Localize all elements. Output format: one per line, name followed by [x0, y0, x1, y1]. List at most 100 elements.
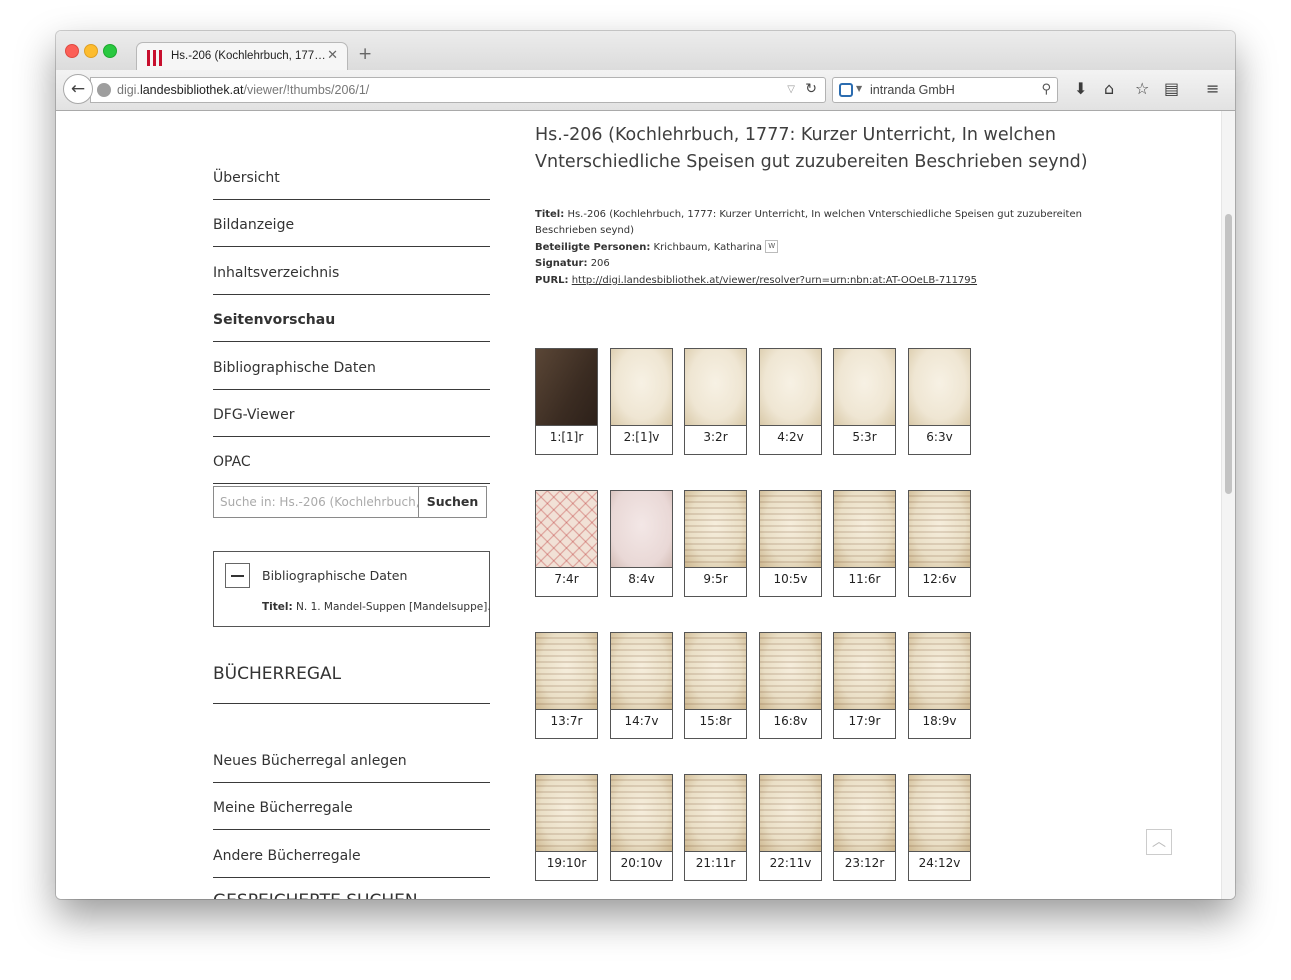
thumbnail-label: 13:7r [550, 714, 583, 728]
thumbnail-label: 9:5r [703, 572, 728, 586]
page-thumbnail[interactable]: 22:11v [759, 774, 822, 881]
search-input[interactable]: Suche in: Hs.-206 (Kochlehrbuch, 1777 [213, 486, 419, 518]
thumbnail-image [685, 633, 746, 710]
sidebar-nav-item[interactable]: Übersicht [213, 153, 490, 200]
thumbnail-image [611, 349, 672, 426]
search-bar[interactable]: ▼ intranda GmbH ⚲ [832, 77, 1058, 103]
bookshelf-item[interactable]: Neues Bücherregal anlegen [213, 736, 490, 783]
bibliographic-widget-entry: Titel: N. 1. Mandel-Suppen [Mandelsuppe]… [262, 601, 491, 613]
page-thumbnail[interactable]: 1:[1]r [535, 348, 598, 455]
page-thumbnail[interactable]: 18:9v [908, 632, 971, 739]
page-thumbnail[interactable]: 2:[1]v [610, 348, 673, 455]
page-thumbnail[interactable]: 4:2v [759, 348, 822, 455]
new-tab-button[interactable]: + [358, 44, 372, 64]
sidebar-nav-label: Bibliographische Daten [213, 360, 376, 376]
page-thumbnail[interactable]: 10:5v [759, 490, 822, 597]
page-thumbnail[interactable]: 11:6r [833, 490, 896, 597]
thumbnail-image [834, 775, 895, 852]
thumbnail-image [909, 775, 970, 852]
thumbnail-label: 17:9r [848, 714, 881, 728]
thumbnail-label: 7:4r [554, 572, 579, 586]
thumbnail-image [909, 349, 970, 426]
thumbnail-label: 10:5v [773, 572, 808, 586]
thumbnail-image [834, 491, 895, 568]
browser-tab[interactable]: Hs.-206 (Kochlehrbuch, 177… ✕ [136, 42, 348, 71]
thumbnail-image [909, 491, 970, 568]
thumbnail-label: 23:12r [844, 856, 885, 870]
page-thumbnail[interactable]: 15:8r [684, 632, 747, 739]
sidebar-nav-label: Bildanzeige [213, 217, 295, 233]
search-button[interactable]: Suchen [418, 486, 487, 518]
page-thumbnail[interactable]: 24:12v [908, 774, 971, 881]
reading-list-icon[interactable]: ▤ [1164, 79, 1179, 98]
sidebar-nav-label: Übersicht [213, 170, 280, 186]
page-thumbnail[interactable]: 21:11r [684, 774, 747, 881]
close-window-button[interactable] [65, 44, 79, 58]
page-thumbnail[interactable]: 16:8v [759, 632, 822, 739]
page-thumbnail[interactable]: 6:3v [908, 348, 971, 455]
page-content: Übersicht Bildanzeige Inhaltsverzeichnis Se… [56, 111, 1221, 899]
page-thumbnail[interactable]: 3:2r [684, 348, 747, 455]
bookshelf-item-label: Andere Bücherregale [213, 848, 361, 864]
scrollbar-thumb[interactable] [1225, 214, 1232, 494]
thumbnail-image [611, 775, 672, 852]
bibliographic-widget-title: Bibliographische Daten [262, 568, 408, 583]
back-button[interactable]: ← [63, 74, 93, 104]
close-tab-icon[interactable]: ✕ [327, 48, 338, 63]
bookshelf-item[interactable]: Meine Bücherregale [213, 783, 490, 830]
thumbnail-label: 15:8r [699, 714, 732, 728]
browser-window: Hs.-206 (Kochlehrbuch, 177… ✕ + digi.lan… [56, 31, 1235, 899]
url-bar[interactable]: digi.landesbibliothek.at/viewer/!thumbs/… [90, 77, 826, 103]
bookshelf-item-label: Meine Bücherregale [213, 800, 353, 816]
sidebar-nav-item[interactable]: Seitenvorschau [213, 295, 490, 342]
bookshelf-item[interactable]: Andere Bücherregale [213, 831, 490, 878]
person-link[interactable]: Krichbaum, Katharina [654, 242, 762, 253]
page-thumbnail[interactable]: 19:10r [535, 774, 598, 881]
download-icon[interactable]: ⬇ [1074, 79, 1087, 98]
thumbnail-label: 24:12v [918, 856, 961, 870]
sidebar-nav-item[interactable]: Inhaltsverzeichnis [213, 248, 490, 295]
thumbnail-label: 3:2r [703, 430, 728, 444]
purl-link[interactable]: http://digi.landesbibliothek.at/viewer/r… [572, 275, 977, 286]
sidebar-nav-label: Seitenvorschau [213, 312, 336, 328]
zoom-window-button[interactable] [103, 44, 117, 58]
scroll-to-top-button[interactable]: ︿ [1146, 829, 1172, 855]
scrollbar[interactable] [1221, 111, 1235, 899]
thumbnail-label: 14:7v [624, 714, 659, 728]
page-thumbnail[interactable]: 14:7v [610, 632, 673, 739]
page-thumbnail[interactable]: 8:4v [610, 490, 673, 597]
search-engine-name[interactable]: intranda GmbH [870, 83, 955, 97]
reload-icon[interactable]: ↻ [805, 81, 817, 97]
thumbnail-label: 1:[1]r [549, 430, 584, 444]
thumbnail-label: 12:6v [922, 572, 957, 586]
sidebar-nav-item[interactable]: Bibliographische Daten [213, 343, 490, 390]
page-thumbnail[interactable]: 17:9r [833, 632, 896, 739]
page-thumbnail[interactable]: 20:10v [610, 774, 673, 881]
sidebar-nav-item[interactable]: Bildanzeige [213, 200, 490, 247]
sidebar-nav-item[interactable]: OPAC [213, 437, 490, 484]
home-icon[interactable]: ⌂ [1104, 79, 1114, 98]
chevron-down-icon[interactable]: ▼ [856, 84, 862, 93]
collapse-button[interactable] [225, 563, 250, 588]
search-engine-icon[interactable] [839, 83, 853, 97]
minimize-window-button[interactable] [84, 44, 98, 58]
menu-icon[interactable]: ≡ [1206, 79, 1219, 98]
page-thumbnail[interactable]: 5:3r [833, 348, 896, 455]
thumbnail-image [834, 349, 895, 426]
thumbnail-image [685, 349, 746, 426]
wikipedia-icon[interactable]: W [765, 240, 779, 254]
sidebar-nav-item[interactable]: DFG-Viewer [213, 390, 490, 437]
thumbnail-label: 8:4v [628, 572, 655, 586]
minus-icon [231, 575, 244, 577]
bookmark-star-icon[interactable]: ☆ [1135, 79, 1149, 98]
page-thumbnail[interactable]: 9:5r [684, 490, 747, 597]
page-thumbnail[interactable]: 12:6v [908, 490, 971, 597]
history-dropdown-icon[interactable]: ▽ [787, 84, 795, 95]
page-thumbnail[interactable]: 7:4r [535, 490, 598, 597]
search-icon[interactable]: ⚲ [1041, 82, 1051, 97]
page-thumbnail[interactable]: 13:7r [535, 632, 598, 739]
thumbnail-image [760, 349, 821, 426]
page-thumbnail[interactable]: 23:12r [833, 774, 896, 881]
url-text[interactable]: digi.landesbibliothek.at/viewer/!thumbs/… [117, 83, 369, 97]
navigation-toolbar: digi.landesbibliothek.at/viewer/!thumbs/… [56, 70, 1235, 111]
